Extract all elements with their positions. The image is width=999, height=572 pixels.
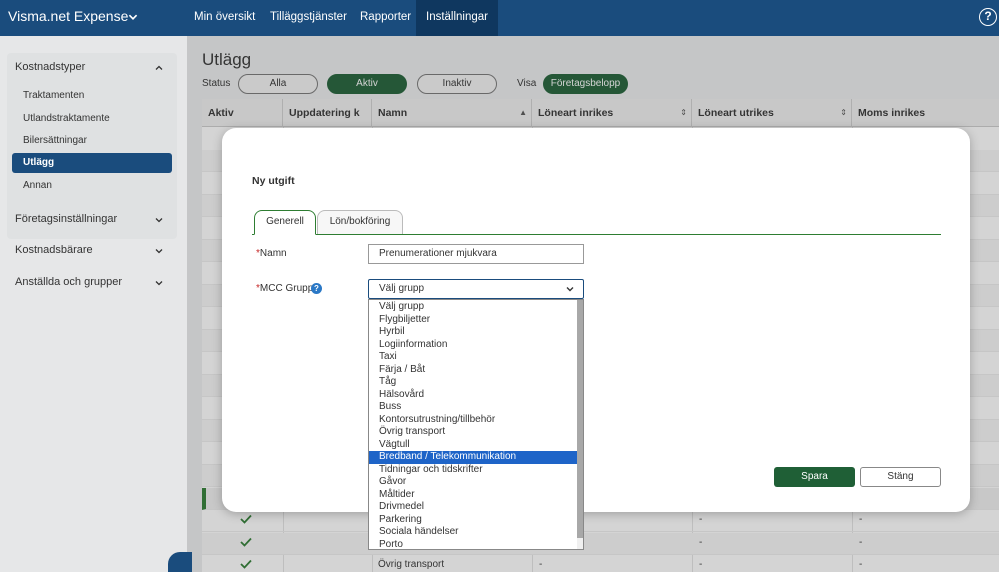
tab-lon-bokforing[interactable]: Lön/bokföring [317, 210, 403, 235]
mcc-group-dropdown[interactable]: Välj grupp Flygbiljetter Hyrbil Logiinfo… [368, 299, 584, 550]
sidebar-group-anstallda[interactable]: Anställda och grupper [15, 276, 122, 288]
nav-tillaggstjanster[interactable]: Tilläggstjänster [260, 0, 357, 36]
dropdown-option[interactable]: Drivmedel [369, 501, 578, 514]
nav-rapporter[interactable]: Rapporter [350, 0, 421, 36]
sidebar-group-foretagsinstallningar[interactable]: Företagsinställningar [15, 213, 117, 225]
tab-generell[interactable]: Generell [254, 210, 316, 235]
dropdown-option[interactable]: Logiinformation [369, 339, 578, 352]
name-label: *Namn [256, 248, 287, 259]
dropdown-option[interactable]: Måltider [369, 489, 578, 502]
sidebar-item-utlandstraktamente[interactable]: Utlandstraktamente [23, 113, 110, 124]
new-expense-modal: Ny utgift Generell Lön/bokföring *Namn P… [222, 128, 970, 512]
mcc-select-value: Välj grupp [379, 283, 425, 294]
dropdown-option[interactable]: Kontorsutrustning/tillbehör [369, 414, 578, 427]
app-title[interactable]: Visma.net Expense [8, 8, 128, 24]
sidebar-item-traktamenten[interactable]: Traktamenten [23, 90, 84, 101]
sidebar-section-panel: Kostnadstyper Traktamenten Utlandstrakta… [7, 53, 177, 239]
chevron-up-icon[interactable] [154, 63, 164, 73]
name-label-text: Namn [259, 248, 287, 259]
sidebar-item-bilersattningar[interactable]: Bilersättningar [23, 135, 87, 146]
dropdown-option[interactable]: Parkering [369, 514, 578, 527]
dropdown-option[interactable]: Vägtull [369, 439, 578, 452]
dropdown-option[interactable]: Flygbiljetter [369, 314, 578, 327]
dropdown-option[interactable]: Buss [369, 401, 578, 414]
mcc-label: *MCC Grupp [256, 283, 313, 294]
mcc-group-select[interactable]: Välj grupp [368, 279, 584, 299]
dropdown-option-highlighted[interactable]: Bredband / Telekommunikation [369, 451, 578, 464]
dropdown-option[interactable]: Sociala händelser [369, 526, 578, 539]
sidebar-section-title[interactable]: Kostnadstyper [15, 61, 85, 73]
dropdown-option[interactable]: Välj grupp [369, 301, 578, 314]
sidebar: Kostnadstyper Traktamenten Utlandstrakta… [0, 36, 187, 572]
dropdown-option[interactable]: Tidningar och tidskrifter [369, 464, 578, 477]
dropdown-option[interactable]: Hälsovård [369, 389, 578, 402]
chevron-down-icon[interactable] [154, 246, 164, 256]
dropdown-scrollbar[interactable] [577, 300, 583, 549]
collapse-icon[interactable] [168, 552, 192, 572]
mcc-label-text: MCC Grupp [259, 283, 314, 294]
sidebar-item-utlagg[interactable]: Utlägg [12, 153, 172, 173]
modal-title: Ny utgift [252, 175, 295, 187]
close-button[interactable]: Stäng [860, 467, 941, 487]
tab-underline [252, 234, 941, 235]
dropdown-option[interactable]: Gåvor [369, 476, 578, 489]
save-button[interactable]: Spara [774, 467, 855, 487]
sidebar-group-kostnadsbarare[interactable]: Kostnadsbärare [15, 244, 93, 256]
dropdown-option[interactable]: Hyrbil [369, 326, 578, 339]
info-icon[interactable]: ? [311, 283, 322, 294]
chevron-down-icon[interactable] [127, 11, 139, 23]
help-icon[interactable]: ? [979, 8, 997, 26]
dropdown-option[interactable]: Tåg [369, 376, 578, 389]
name-input[interactable]: Prenumerationer mjukvara [368, 244, 584, 264]
dropdown-option[interactable]: Färja / Båt [369, 364, 578, 377]
nav-min-oversikt[interactable]: Min översikt [184, 0, 265, 36]
chevron-down-icon[interactable] [565, 284, 575, 294]
chevron-down-icon[interactable] [154, 278, 164, 288]
top-bar: Visma.net Expense Min översikt Tilläggst… [0, 0, 999, 36]
dropdown-scroll-thumb[interactable] [577, 300, 583, 538]
nav-installningar[interactable]: Inställningar [416, 0, 499, 36]
chevron-down-icon[interactable] [154, 215, 164, 225]
dropdown-option[interactable]: Porto [369, 539, 578, 550]
sidebar-item-annan[interactable]: Annan [23, 180, 52, 191]
dropdown-option[interactable]: Övrig transport [369, 426, 578, 439]
dropdown-option[interactable]: Taxi [369, 351, 578, 364]
